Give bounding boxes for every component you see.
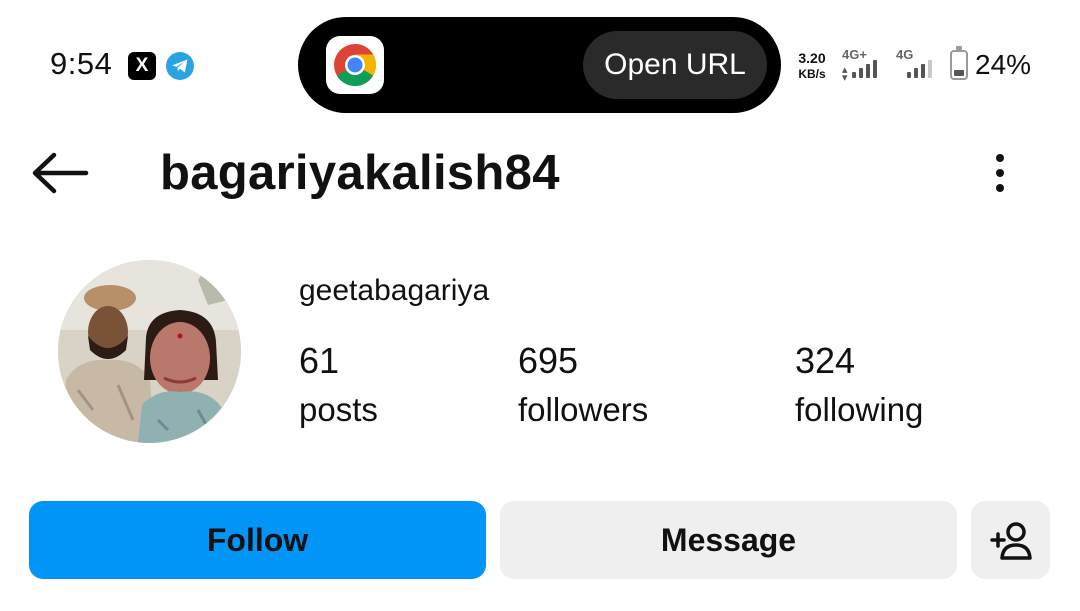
data-activity-icon: ▴ ▾	[842, 64, 848, 84]
posts-stat[interactable]: 61 posts	[299, 340, 378, 431]
notification-island[interactable]: Open URL	[298, 17, 781, 113]
message-button[interactable]: Message	[500, 501, 957, 579]
status-time: 9:54	[50, 46, 113, 81]
battery-fill	[954, 70, 964, 76]
telegram-icon	[166, 52, 194, 80]
chrome-icon	[326, 36, 384, 94]
profile-avatar[interactable]	[58, 260, 241, 443]
following-count: 324	[795, 340, 856, 381]
back-arrow-icon[interactable]	[30, 150, 90, 196]
posts-count: 61	[299, 340, 340, 381]
following-label: following	[795, 391, 924, 428]
posts-label: posts	[299, 391, 378, 428]
add-user-button[interactable]	[971, 501, 1050, 579]
more-vertical-icon-dot	[996, 169, 1004, 177]
profile-display-name: geetabagariya	[299, 274, 490, 307]
page-title-username: bagariyakalish84	[160, 146, 560, 200]
network-speed-value: 3.20	[798, 50, 826, 66]
followers-label: followers	[518, 391, 649, 428]
battery-percent: 24%	[975, 49, 1032, 80]
person-add-icon	[990, 522, 1032, 560]
followers-stat[interactable]: 695 followers	[518, 340, 648, 431]
sim2-signal-icon	[907, 58, 932, 78]
more-vertical-icon-dot	[996, 184, 1004, 192]
sim1-signal-icon	[852, 58, 877, 78]
more-vertical-icon	[996, 154, 1004, 162]
battery-icon	[950, 46, 968, 80]
network-speed-unit: KB/s	[798, 67, 826, 81]
open-url-button[interactable]: Open URL	[583, 31, 767, 99]
follow-button[interactable]: Follow	[29, 501, 486, 579]
more-options-button[interactable]	[985, 152, 1015, 194]
network-speed: 3.20 KB/s	[792, 50, 832, 82]
followers-count: 695	[518, 340, 579, 381]
following-stat[interactable]: 324 following	[795, 340, 923, 431]
x-icon: X	[128, 52, 156, 80]
